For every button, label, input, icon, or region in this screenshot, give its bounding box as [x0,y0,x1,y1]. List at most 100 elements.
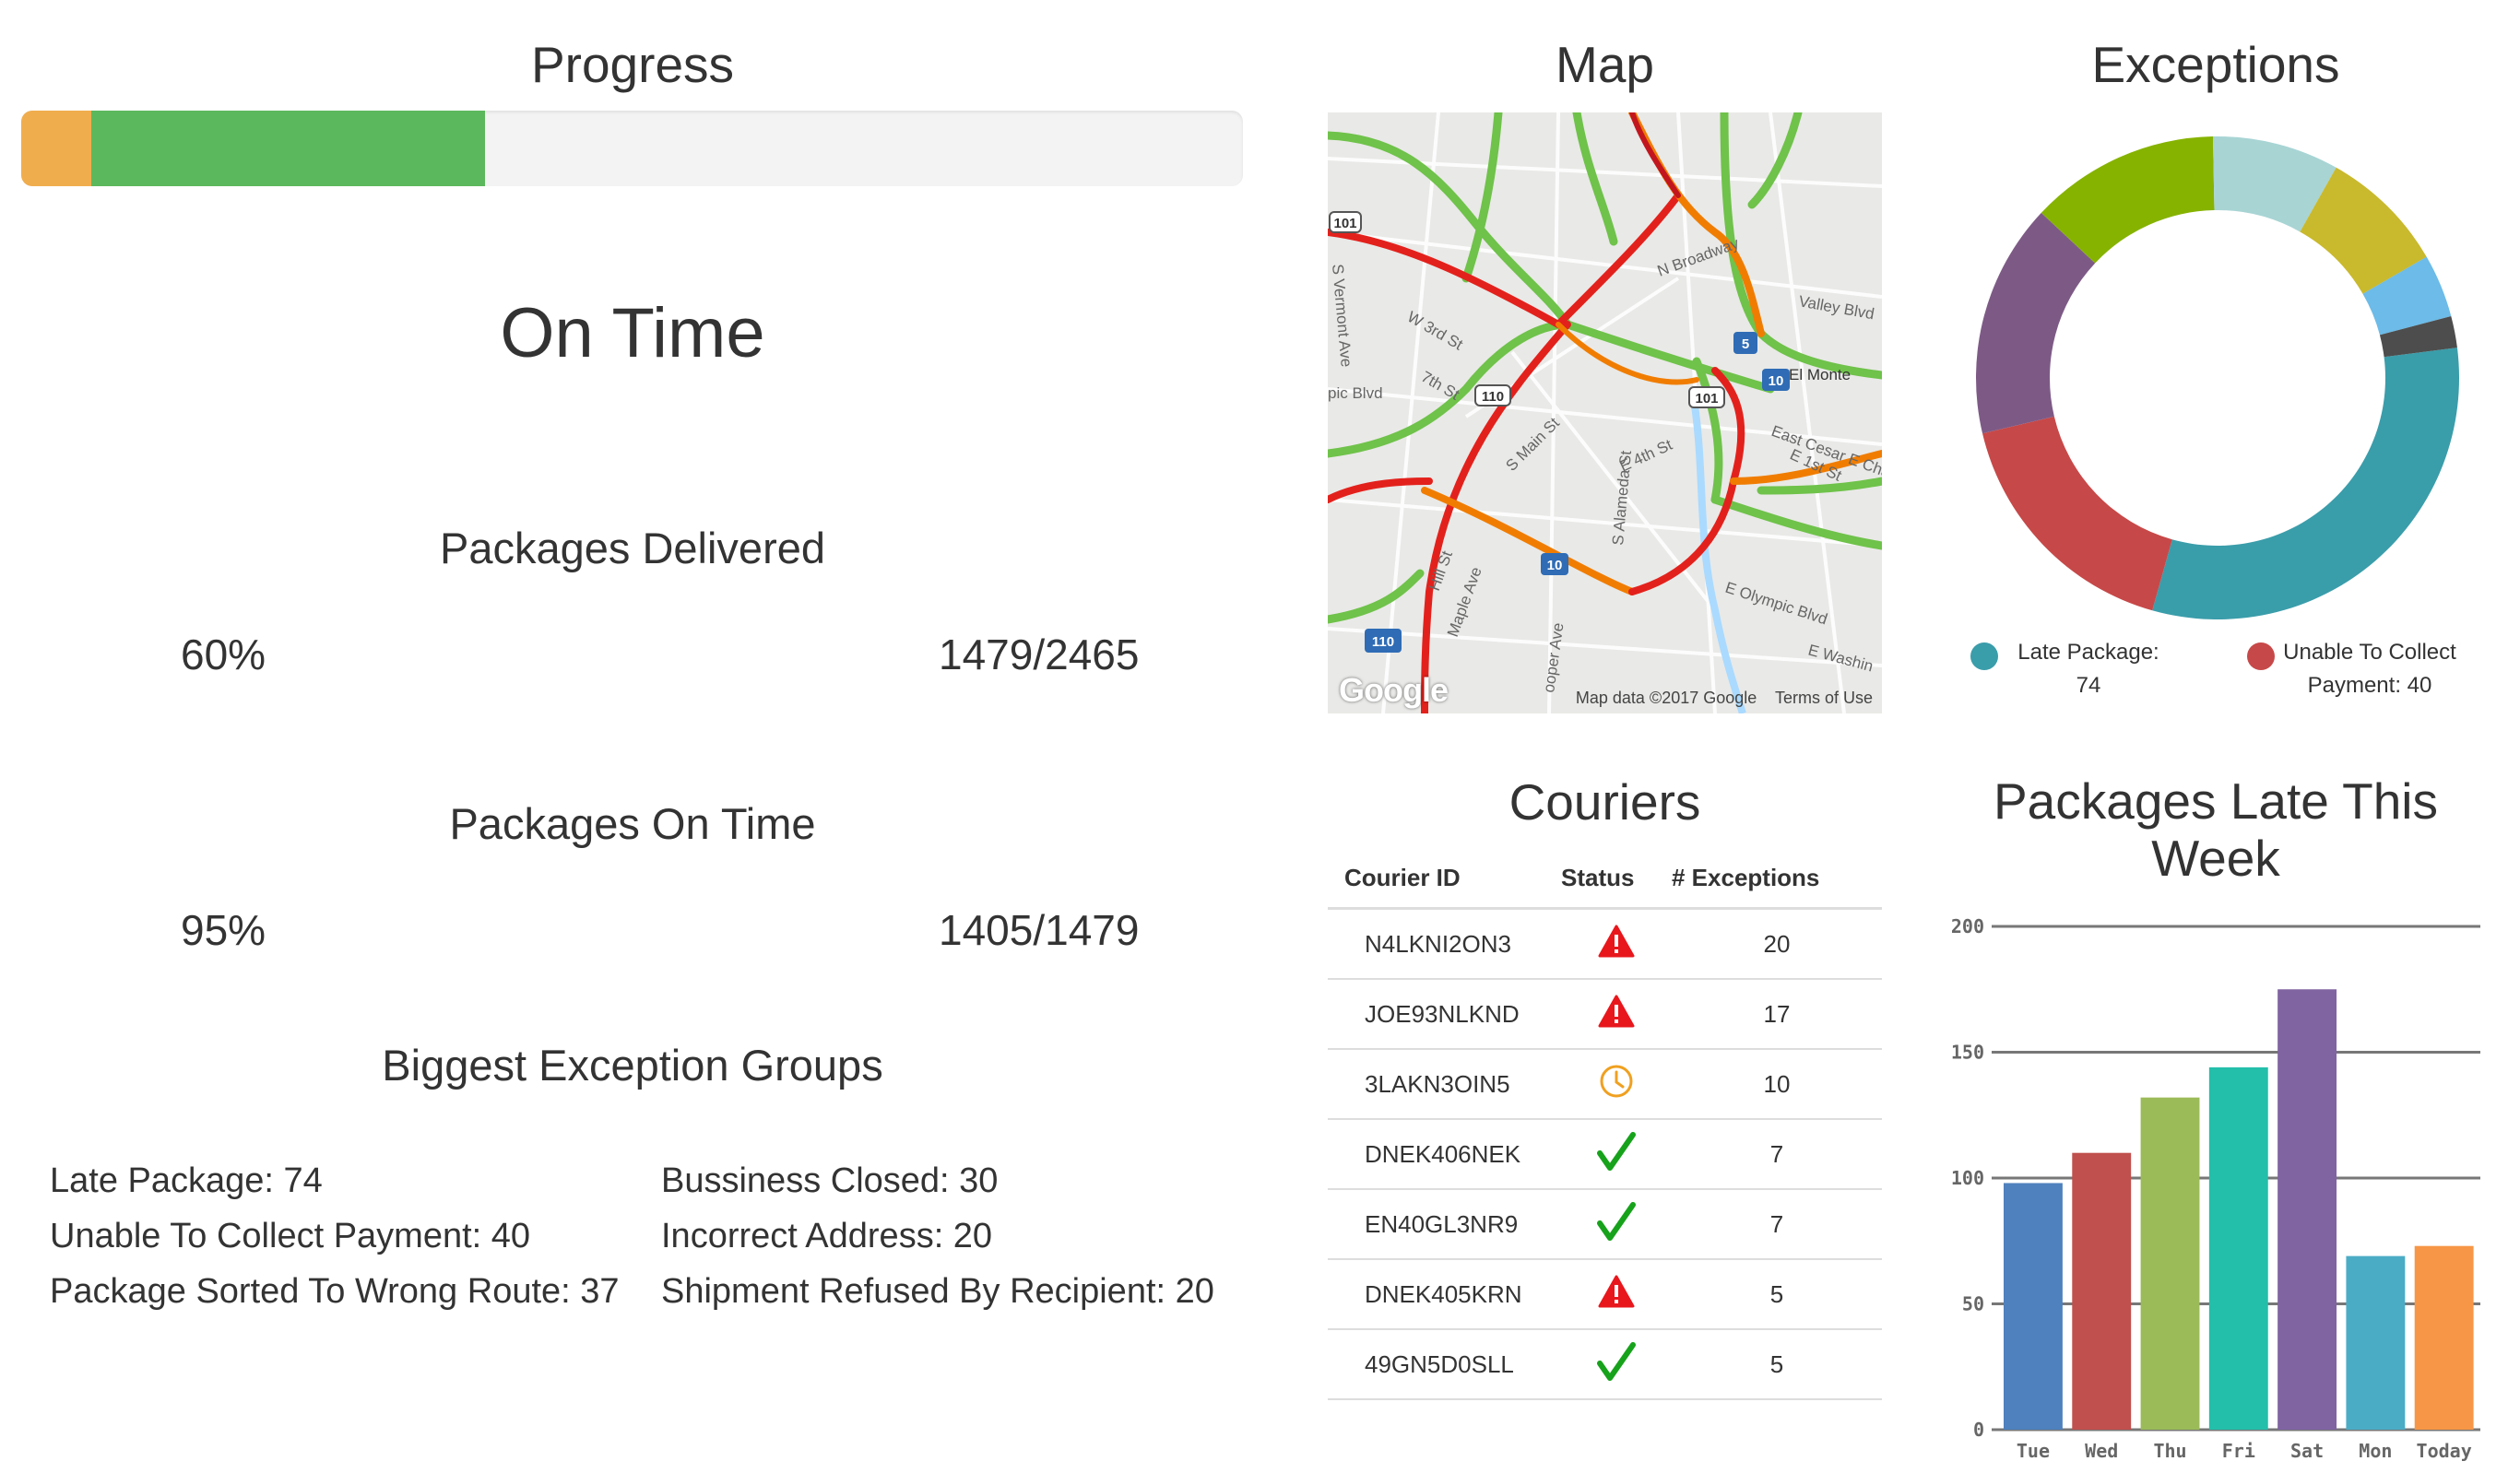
x-tick-label: Fri [2222,1440,2255,1461]
svg-text:El Monte: El Monte [1789,366,1851,383]
courier-exceptions: 7 [1672,1189,1882,1260]
exception-group-item: Unable To Collect Payment: 40 [50,1217,531,1255]
exception-groups-title: Biggest Exception Groups [382,1041,883,1090]
y-tick-label: 150 [1951,1042,1984,1064]
packages-on-time-percent: 95% [181,906,266,954]
courier-exceptions: 20 [1672,908,1882,980]
courier-id: 3LAKN3OIN5 [1328,1049,1561,1120]
courier-exceptions: 5 [1672,1329,1882,1400]
late-week-bar-chart: 0 50 100 150 200 Tue Wed Thu Fri Sat Mon Today [1951,915,2480,1461]
courier-status [1561,1119,1672,1190]
courier-id: N4LKNI2ON3 [1328,908,1561,980]
x-tick-label: Mon [2359,1440,2392,1461]
packages-delivered-count: 1479/2465 [939,630,1140,678]
map-title: Map [1556,36,1654,93]
svg-text:pic Blvd: pic Blvd [1328,384,1383,402]
svg-text:Maple Ave: Maple Ave [1444,565,1485,640]
x-tick-label: Sat [2290,1440,2324,1461]
header-exceptions[interactable]: # Exceptions [1672,848,1882,910]
progress-title: Progress [530,36,735,93]
bar-today[interactable] [2414,1245,2474,1430]
svg-text:E Washin: E Washin [1806,642,1875,676]
donut-slice[interactable] [2152,348,2459,619]
x-tick-label: Today [2417,1440,2472,1461]
packages-delivered-percent: 60% [181,630,266,678]
map-data-text: Map data ©2017 Google [1575,689,1757,707]
packages-on-time-count: 1405/1479 [939,906,1140,954]
map-canvas: 101 110 101 5 10 10 110 N Broadway Valle… [1328,112,1882,713]
svg-text:10: 10 [1769,373,1784,389]
header-status[interactable]: Status [1561,848,1672,910]
svg-text:E Olympic Blvd: E Olympic Blvd [1723,579,1829,629]
checkmark-icon [1596,1131,1637,1172]
alert-icon [1598,1275,1635,1308]
traffic-map[interactable]: 101 110 101 5 10 10 110 N Broadway Valle… [1328,112,1882,713]
checkmark-icon [1596,1201,1637,1242]
courier-exceptions: 10 [1672,1049,1882,1120]
y-tick-label: 100 [1951,1167,1984,1189]
alert-icon [1598,925,1635,958]
alert-icon [1598,995,1635,1028]
courier-row[interactable]: EN40GL3NR9 7 [1328,1189,1882,1260]
legend-late-package-label: Late Package: [2017,640,2159,665]
courier-id: JOE93NLKND [1328,979,1561,1050]
bar-fri[interactable] [2208,1066,2268,1430]
bar-wed[interactable] [2072,1152,2132,1430]
couriers-table: Courier ID Status # Exceptions N4LKNI2ON… [1328,848,1882,1400]
progress-segment-on-time [90,111,486,186]
late-week-title-line1: Packages Late This [1993,772,2439,830]
courier-exceptions: 5 [1672,1259,1882,1330]
courier-exceptions: 7 [1672,1119,1882,1190]
svg-text:ooper Ave: ooper Ave [1540,621,1567,693]
courier-row[interactable]: N4LKNI2ON3 20 [1328,908,1882,980]
donut-slice[interactable] [1982,416,2172,611]
svg-text:N Broadway: N Broadway [1655,234,1742,280]
terms-of-use-link[interactable]: Terms of Use [1775,689,1873,707]
clock-icon [1598,1063,1635,1100]
courier-id: EN40GL3NR9 [1328,1189,1561,1260]
legend-late-package-value: 74 [2076,673,2101,698]
svg-text:5: 5 [1742,336,1749,352]
y-tick-label: 50 [1962,1293,1984,1315]
header-courier-id[interactable]: Courier ID [1328,848,1561,910]
exception-group-item: Late Package: 74 [50,1161,323,1200]
svg-text:S Alameda St: S Alameda St [1609,450,1635,547]
x-tick-label: Wed [2085,1440,2118,1461]
courier-status [1561,979,1672,1050]
svg-text:110: 110 [1372,634,1394,650]
bar-tue[interactable] [2004,1183,2063,1430]
legend-unable-to-collect: Unable To Collect Payment: 40 [2282,636,2457,702]
progress-status: On Time [500,294,765,372]
courier-row[interactable]: JOE93NLKND 17 [1328,979,1882,1050]
exception-group-item: Package Sorted To Wrong Route: 37 [50,1272,620,1311]
legend-dot-unable-to-collect [2247,642,2275,670]
packages-delivered-title: Packages Delivered [440,524,825,572]
bar-mon[interactable] [2346,1255,2406,1430]
courier-id: 49GN5D0SLL [1328,1329,1561,1400]
courier-row[interactable]: 3LAKN3OIN5 10 [1328,1049,1882,1120]
courier-status [1561,1259,1672,1330]
svg-text:101: 101 [1695,391,1718,407]
courier-row[interactable]: DNEK406NEK 7 [1328,1119,1882,1190]
map-attribution[interactable]: Map data ©2017 Google Terms of Use [1576,689,1873,708]
courier-status [1561,1189,1672,1260]
bar-sat[interactable] [2277,989,2337,1430]
legend-dot-late-package [1970,642,1998,670]
y-tick-label: 0 [1973,1419,1984,1441]
courier-status [1561,1049,1672,1120]
legend-unable-to-collect-value: 40 [2407,673,2432,698]
late-week-title: Packages Late This Week [1927,772,2504,887]
checkmark-icon [1596,1341,1637,1382]
courier-row[interactable]: 49GN5D0SLL 5 [1328,1329,1882,1400]
google-logo: Google [1339,671,1449,709]
courier-row[interactable]: DNEK405KRN 5 [1328,1259,1882,1330]
courier-status [1561,1329,1672,1400]
exception-group-item: Bussiness Closed: 30 [661,1161,999,1200]
courier-id: DNEK405KRN [1328,1259,1561,1330]
svg-text:Valley Blvd: Valley Blvd [1797,292,1875,323]
svg-text:W 3rd St: W 3rd St [1404,308,1466,354]
courier-status [1561,908,1672,980]
exception-group-item: Incorrect Address: 20 [661,1217,993,1255]
bar-thu[interactable] [2140,1097,2200,1430]
svg-text:10: 10 [1547,558,1563,573]
